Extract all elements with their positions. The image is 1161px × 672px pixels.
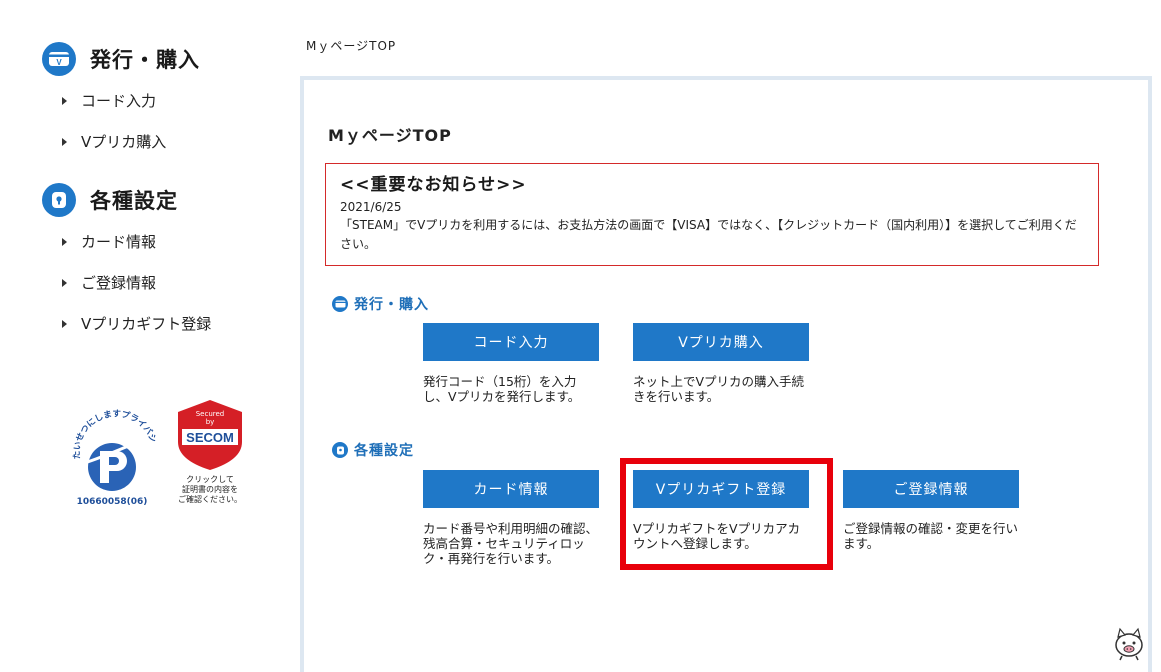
gift-registration-button[interactable]: Vプリカギフト登録 xyxy=(633,470,809,508)
registration-info-description: ご登録情報の確認・変更を行います。 xyxy=(843,521,1019,551)
mascot-icon[interactable] xyxy=(1112,625,1146,661)
breadcrumb: MｙページTOP xyxy=(306,39,397,53)
main-panel: MｙページTOP <<重要なお知らせ>> 2021/6/25 「STEAM」でV… xyxy=(300,76,1152,672)
sidebar-item-label: カード情報 xyxy=(81,233,157,251)
notice-title: <<重要なお知らせ>> xyxy=(340,175,527,195)
svg-text:クリックして: クリックして xyxy=(186,475,234,484)
notice-body: 「STEAM」でVプリカを利用するには、お支払方法の画面で【VISA】ではなく、… xyxy=(340,218,1077,251)
vpreca-purchase-description: ネット上でVプリカの購入手続きを行います。 xyxy=(633,374,805,404)
registration-info-button[interactable]: ご登録情報 xyxy=(843,470,1019,508)
lock-icon xyxy=(42,183,76,217)
sidebar-item-code-input[interactable]: コード入力 xyxy=(62,90,156,111)
triangle-bullet-icon xyxy=(62,237,67,246)
sidebar-item-label: Vプリカギフト登録 xyxy=(81,315,212,333)
sidebar: V 発行・購入 コード入力 Vプリカ購入 各種設定 カード情報 ご登録情報 Vプ… xyxy=(0,0,290,672)
section-heading-text: 各種設定 xyxy=(354,443,414,459)
sidebar-item-card-info[interactable]: カード情報 xyxy=(62,231,156,252)
gift-registration-description: VプリカギフトをVプリカアカウントへ登録します。 xyxy=(633,521,801,551)
sidebar-item-registration-info[interactable]: ご登録情報 xyxy=(62,272,156,293)
triangle-bullet-icon xyxy=(62,137,67,146)
svg-text:10660058(06): 10660058(06) xyxy=(77,497,148,507)
sidebar-item-vpreca-purchase[interactable]: Vプリカ購入 xyxy=(62,131,166,152)
notice-date: 2021/6/25 xyxy=(340,200,402,214)
svg-text:V: V xyxy=(56,58,62,67)
triangle-bullet-icon xyxy=(62,319,67,328)
sidebar-item-label: Vプリカ購入 xyxy=(81,133,167,151)
code-input-button[interactable]: コード入力 xyxy=(423,323,599,361)
code-input-description: 発行コード（15桁）を入力し、Vプリカを発行します。 xyxy=(423,374,581,404)
sidebar-section-title: 発行・購入 xyxy=(90,48,200,72)
sidebar-section-settings: 各種設定 xyxy=(42,183,178,217)
section-heading-text: 発行・購入 xyxy=(354,297,429,313)
svg-text:Secured: Secured xyxy=(196,410,225,418)
section-heading-settings: 各種設定 xyxy=(332,440,414,460)
triangle-bullet-icon xyxy=(62,96,67,105)
section-heading-purchase: 発行・購入 xyxy=(332,294,429,314)
card-v-icon: V xyxy=(42,42,76,76)
secom-seal-logo[interactable]: Secured by SECOM クリックして 証明書の内容を ご確認ください。 xyxy=(170,398,250,510)
vpreca-purchase-button[interactable]: Vプリカ購入 xyxy=(633,323,809,361)
privacy-mark-logo: たいせつにしますプライバシー 10660058(06) xyxy=(66,400,162,507)
svg-text:証明書の内容を: 証明書の内容を xyxy=(182,484,238,494)
card-info-button[interactable]: カード情報 xyxy=(423,470,599,508)
card-v-icon xyxy=(332,296,348,312)
sidebar-section-purchase: V 発行・購入 xyxy=(42,42,200,76)
sidebar-item-label: コード入力 xyxy=(81,92,157,110)
lock-icon xyxy=(332,442,348,458)
sidebar-item-label: ご登録情報 xyxy=(81,274,157,292)
sidebar-section-title: 各種設定 xyxy=(90,189,178,213)
page-title: MｙページTOP xyxy=(328,126,452,145)
svg-text:SECOM: SECOM xyxy=(186,430,234,445)
svg-text:by: by xyxy=(206,418,215,426)
important-notice: <<重要なお知らせ>> 2021/6/25 「STEAM」でVプリカを利用するに… xyxy=(325,163,1099,266)
card-info-description: カード番号や利用明細の確認、残高合算・セキュリティロック・再発行を行います。 xyxy=(423,521,599,566)
triangle-bullet-icon xyxy=(62,278,67,287)
svg-text:ご確認ください。: ご確認ください。 xyxy=(178,494,242,504)
sidebar-item-gift-registration[interactable]: Vプリカギフト登録 xyxy=(62,313,211,334)
